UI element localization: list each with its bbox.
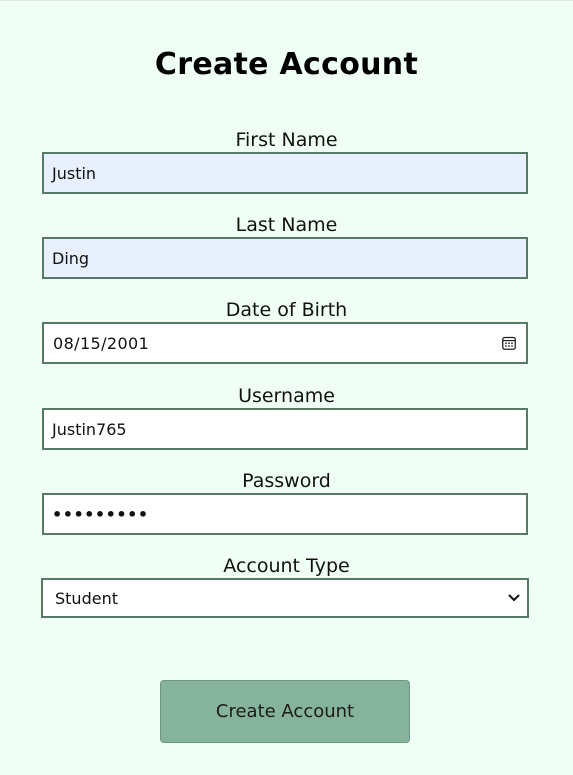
create-account-button[interactable]: Create Account xyxy=(160,680,410,743)
first-name-label: First Name xyxy=(235,129,338,151)
first-name-input[interactable]: Justin xyxy=(42,152,528,194)
password-label: Password xyxy=(242,470,331,492)
password-value: ••••••••• xyxy=(52,504,149,524)
chevron-down-icon xyxy=(507,591,521,605)
account-type-value: Student xyxy=(55,588,118,608)
calendar-icon[interactable] xyxy=(502,336,516,350)
date-of-birth-value: 08/15/2001 xyxy=(53,333,150,353)
username-input[interactable]: Justin765 xyxy=(42,408,528,450)
first-name-value: Justin xyxy=(52,163,97,183)
account-type-select[interactable]: Student xyxy=(41,578,529,618)
username-value: Justin765 xyxy=(52,419,127,439)
date-of-birth-input[interactable]: 08/15/2001 xyxy=(42,322,528,364)
last-name-value: Ding xyxy=(52,248,90,268)
username-label: Username xyxy=(238,385,335,407)
page-title: Create Account xyxy=(154,47,419,82)
last-name-input[interactable]: Ding xyxy=(42,237,528,279)
account-type-label: Account Type xyxy=(223,555,350,577)
create-account-button-label: Create Account xyxy=(215,701,355,722)
password-input[interactable]: ••••••••• xyxy=(42,493,528,535)
create-account-page: Create Account First Name Justin Last Na… xyxy=(0,0,573,775)
date-of-birth-label: Date of Birth xyxy=(225,299,348,321)
last-name-label: Last Name xyxy=(235,214,338,236)
